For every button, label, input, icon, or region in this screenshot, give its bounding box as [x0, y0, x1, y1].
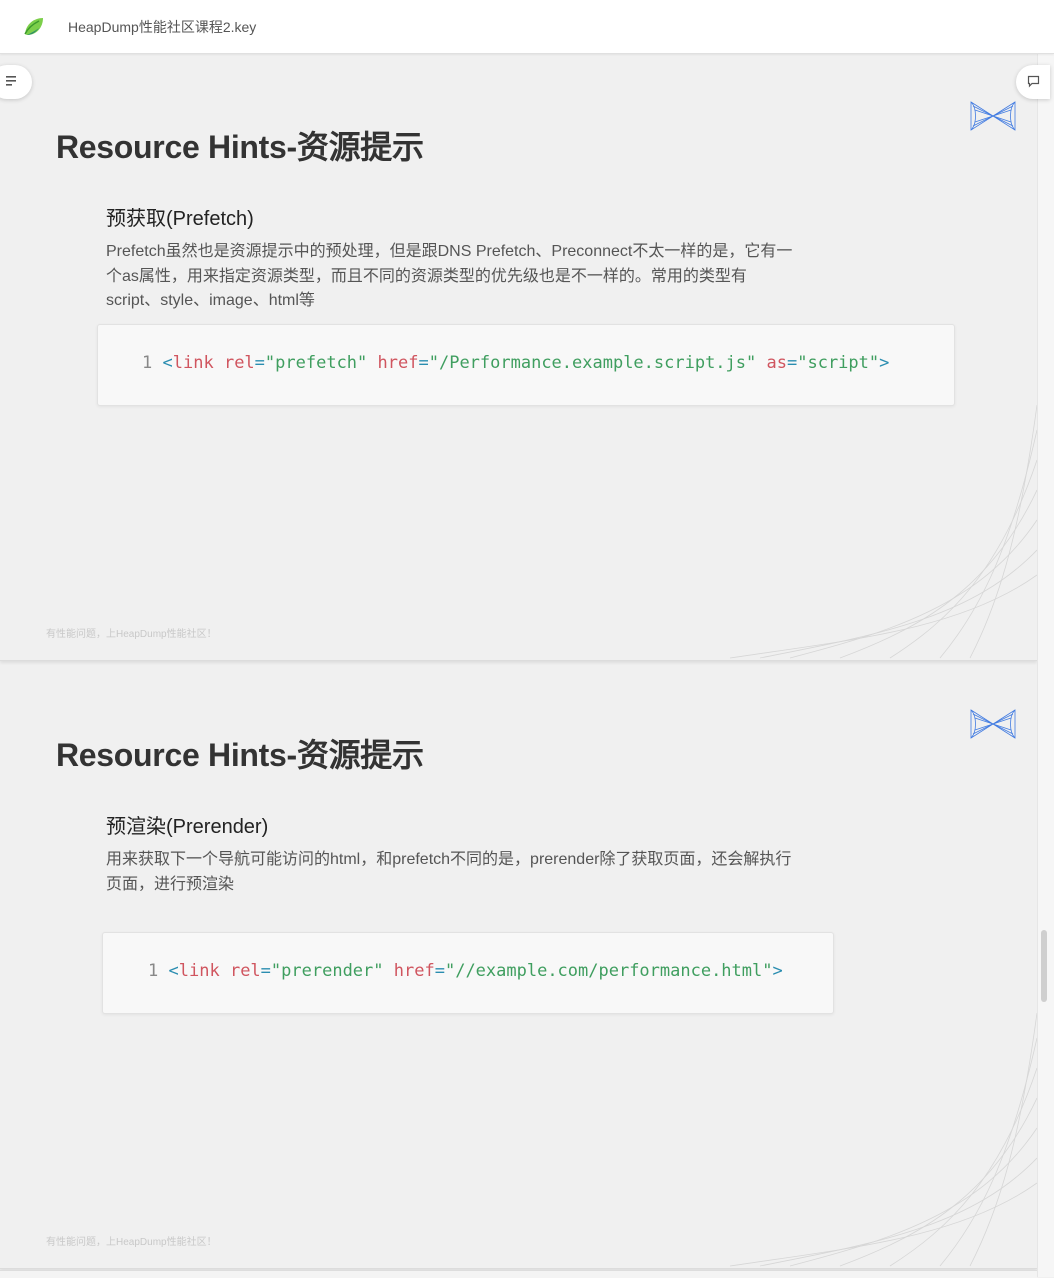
code-token: =	[254, 353, 265, 373]
outline-list-icon	[6, 76, 16, 86]
line-number: 1	[142, 353, 153, 373]
section-heading: 预获取(Prefetch)	[106, 208, 254, 230]
butterfly-logo-icon	[970, 709, 1016, 739]
code-token: =	[786, 353, 798, 373]
slide-title: Resource Hints-资源提示	[56, 129, 424, 165]
code-block: 1 <link rel="prerender" href="//example.…	[102, 932, 834, 1014]
code-token: =	[434, 961, 445, 981]
code-token: <	[168, 961, 179, 981]
slide: Resource Hints-资源提示 预获取(Prefetch) Prefet…	[0, 70, 1037, 661]
code-token: "prefetch"	[264, 353, 368, 373]
code-token: rel	[229, 961, 261, 981]
code-token: "/Performance.example.script.js"	[428, 353, 757, 373]
scrollbar-thumb[interactable]	[1041, 930, 1047, 1002]
slide: Resource Hints-资源提示 预渲染(Prerender) 用来获取下…	[0, 678, 1037, 1269]
butterfly-logo-icon	[970, 101, 1016, 131]
body-text: Prefetch虽然也是资源提示中的预处理，但是跟DNS Prefetch、Pr…	[106, 240, 866, 314]
body-line: 用来获取下一个导航可能访问的html，和prefetch不同的是，prerend…	[106, 851, 792, 868]
slide-footer: 有性能问题，上HeapDump性能社区！	[46, 629, 217, 640]
top-bar: HeapDump性能社区课程2.key	[0, 0, 1054, 54]
leaf-logo-icon	[22, 16, 46, 38]
code-token: <	[162, 353, 173, 373]
body-line: 个as属性，用来指定资源类型，而且不同的资源类型的优先级也是不一样的。常用的类型…	[106, 267, 747, 285]
body-line: script、style、image、html等	[106, 292, 315, 309]
decorative-curves	[729, 404, 1037, 659]
slide-title: Resource Hints-资源提示	[56, 737, 424, 773]
line-number: 1	[148, 961, 159, 981]
code-token: "//example.com/performance.html"	[444, 961, 773, 981]
code-token: "prerender"	[270, 961, 384, 981]
code-line: 1 <link rel="prerender" href="//example.…	[148, 961, 783, 981]
section-heading: 预渲染(Prerender)	[106, 816, 269, 838]
code-token: >	[879, 353, 890, 373]
slide-footer: 有性能问题，上HeapDump性能社区！	[46, 1237, 217, 1248]
decorative-curves	[729, 1012, 1037, 1267]
code-block: 1 <link rel="prefetch" href="/Performanc…	[97, 324, 955, 406]
code-line: 1 <link rel="prefetch" href="/Performanc…	[142, 353, 889, 373]
code-token: href	[377, 353, 419, 373]
code-token: rel	[223, 353, 255, 373]
comment-icon	[1027, 75, 1040, 88]
code-token: >	[772, 961, 783, 981]
body-text: 用来获取下一个导航可能访问的html，和prefetch不同的是，prerend…	[106, 848, 866, 897]
code-token: href	[393, 961, 435, 981]
document-title: HeapDump性能社区课程2.key	[68, 19, 257, 35]
body-line: Prefetch虽然也是资源提示中的预处理，但是跟DNS Prefetch、Pr…	[106, 243, 793, 260]
comment-button[interactable]	[1016, 65, 1050, 99]
code-token: "script"	[797, 353, 880, 373]
code-token: =	[418, 353, 429, 373]
scrollbar-track[interactable]	[1037, 53, 1054, 1277]
code-token: link	[172, 353, 214, 373]
body-line: 页面，进行预渲染	[106, 875, 235, 893]
code-token: =	[260, 961, 271, 981]
code-token: link	[178, 961, 220, 981]
code-token: as	[766, 353, 787, 373]
